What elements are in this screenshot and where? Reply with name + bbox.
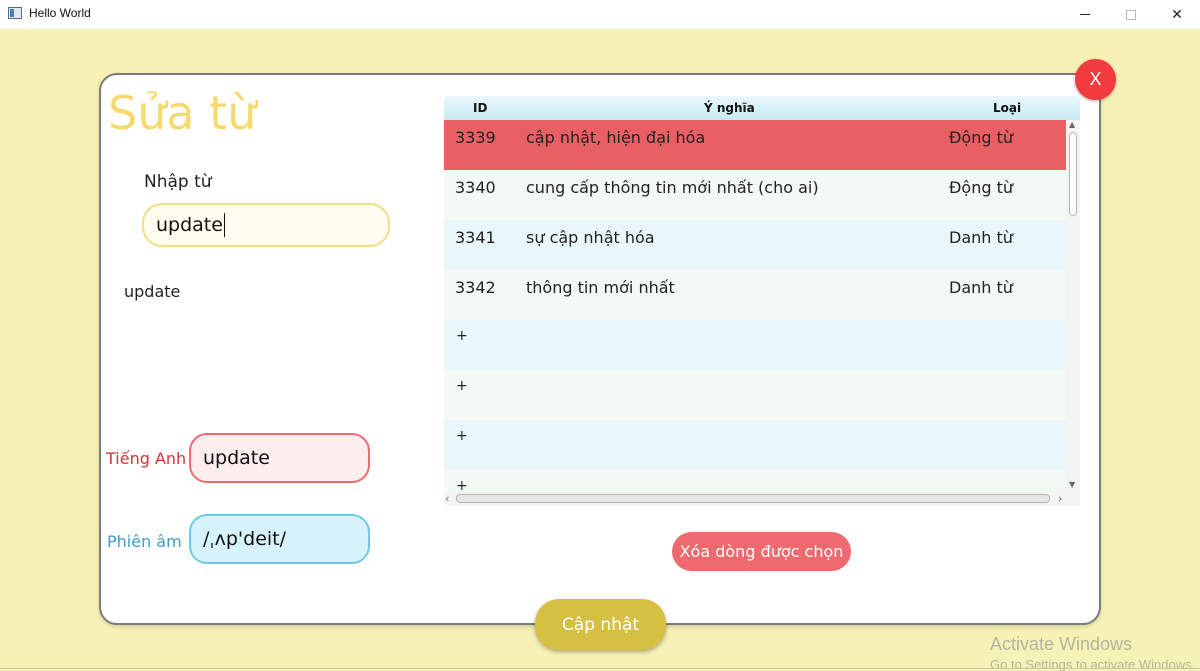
cell-id: 3342 xyxy=(455,278,496,297)
table-row[interactable]: 3341 sự cập nhật hóa Danh từ xyxy=(444,220,1066,270)
maximize-icon xyxy=(1126,9,1136,20)
update-button[interactable]: Cập nhật xyxy=(535,599,666,650)
scroll-up-icon[interactable]: ▲ xyxy=(1069,120,1075,129)
cell-type: Động từ xyxy=(949,178,1013,197)
phonetic-label: Phiên âm xyxy=(107,532,182,551)
column-header-meaning[interactable]: Ý nghĩa xyxy=(704,101,755,115)
delete-selected-row-button[interactable]: Xóa dòng được chọn xyxy=(672,532,851,571)
table-header: ID Ý nghĩa Loại xyxy=(444,96,1080,120)
column-header-id[interactable]: ID xyxy=(473,101,487,115)
vertical-scrollbar[interactable]: ▲ ▼ xyxy=(1066,120,1080,492)
add-row-icon: + xyxy=(456,378,468,394)
table-row[interactable]: 3342 thông tin mới nhất Danh từ xyxy=(444,270,1066,320)
meanings-table: ID Ý nghĩa Loại 3339 cập nhật, hiện đại … xyxy=(444,96,1080,506)
text-caret xyxy=(223,213,225,237)
word-input-label: Nhập từ xyxy=(144,172,212,192)
scroll-right-icon[interactable]: › xyxy=(1058,492,1062,505)
add-row[interactable]: + xyxy=(444,370,1066,420)
page-title: Sửa từ xyxy=(108,86,257,140)
horizontal-scrollbar[interactable]: ‹ › xyxy=(444,492,1066,506)
window-title: Hello World xyxy=(29,6,91,20)
table-body: 3339 cập nhật, hiện đại hóa Động từ 3340… xyxy=(444,120,1066,506)
add-row-icon: + xyxy=(456,428,468,444)
word-input[interactable]: update xyxy=(142,203,390,247)
phonetic-input[interactable]: /ˌʌp'deit/ xyxy=(189,514,370,564)
scrollbar-corner xyxy=(1066,492,1080,506)
minimize-button[interactable] xyxy=(1062,0,1108,29)
dialog-close-button[interactable]: X xyxy=(1075,59,1116,100)
minimize-icon xyxy=(1080,14,1090,15)
cell-type: Danh từ xyxy=(949,228,1013,247)
add-row-icon: + xyxy=(456,328,468,344)
window-close-button[interactable]: ✕ xyxy=(1154,0,1200,29)
cell-meaning: thông tin mới nhất xyxy=(526,278,675,297)
english-label: Tiếng Anh xyxy=(106,449,187,468)
taskbar-edge xyxy=(0,668,1200,669)
word-display: update xyxy=(124,282,181,301)
maximize-button[interactable] xyxy=(1108,0,1154,29)
cell-id: 3339 xyxy=(455,128,496,147)
add-row[interactable]: + xyxy=(444,320,1066,370)
table-row[interactable]: 3339 cập nhật, hiện đại hóa Động từ xyxy=(444,120,1066,170)
table-row[interactable]: 3340 cung cấp thông tin mới nhất (cho ai… xyxy=(444,170,1066,220)
window-titlebar: Hello World ✕ xyxy=(0,0,1200,29)
column-header-type[interactable]: Loại xyxy=(993,101,1021,115)
vertical-scroll-thumb[interactable] xyxy=(1069,132,1077,216)
cell-type: Danh từ xyxy=(949,278,1013,297)
add-row[interactable]: + xyxy=(444,420,1066,470)
scroll-left-icon[interactable]: ‹ xyxy=(445,492,449,505)
cell-meaning: cập nhật, hiện đại hóa xyxy=(526,128,706,147)
scroll-down-icon[interactable]: ▼ xyxy=(1069,480,1075,489)
english-input[interactable]: update xyxy=(189,433,370,483)
word-input-value: update xyxy=(156,214,223,236)
app-window-icon xyxy=(8,7,22,19)
cell-id: 3340 xyxy=(455,178,496,197)
cell-meaning: sự cập nhật hóa xyxy=(526,228,655,247)
cell-type: Động từ xyxy=(949,128,1013,147)
activate-windows-watermark: Activate Windows xyxy=(990,634,1133,654)
cell-meaning: cung cấp thông tin mới nhất (cho ai) xyxy=(526,178,819,197)
horizontal-scroll-thumb[interactable] xyxy=(456,494,1050,503)
cell-id: 3341 xyxy=(455,228,496,247)
